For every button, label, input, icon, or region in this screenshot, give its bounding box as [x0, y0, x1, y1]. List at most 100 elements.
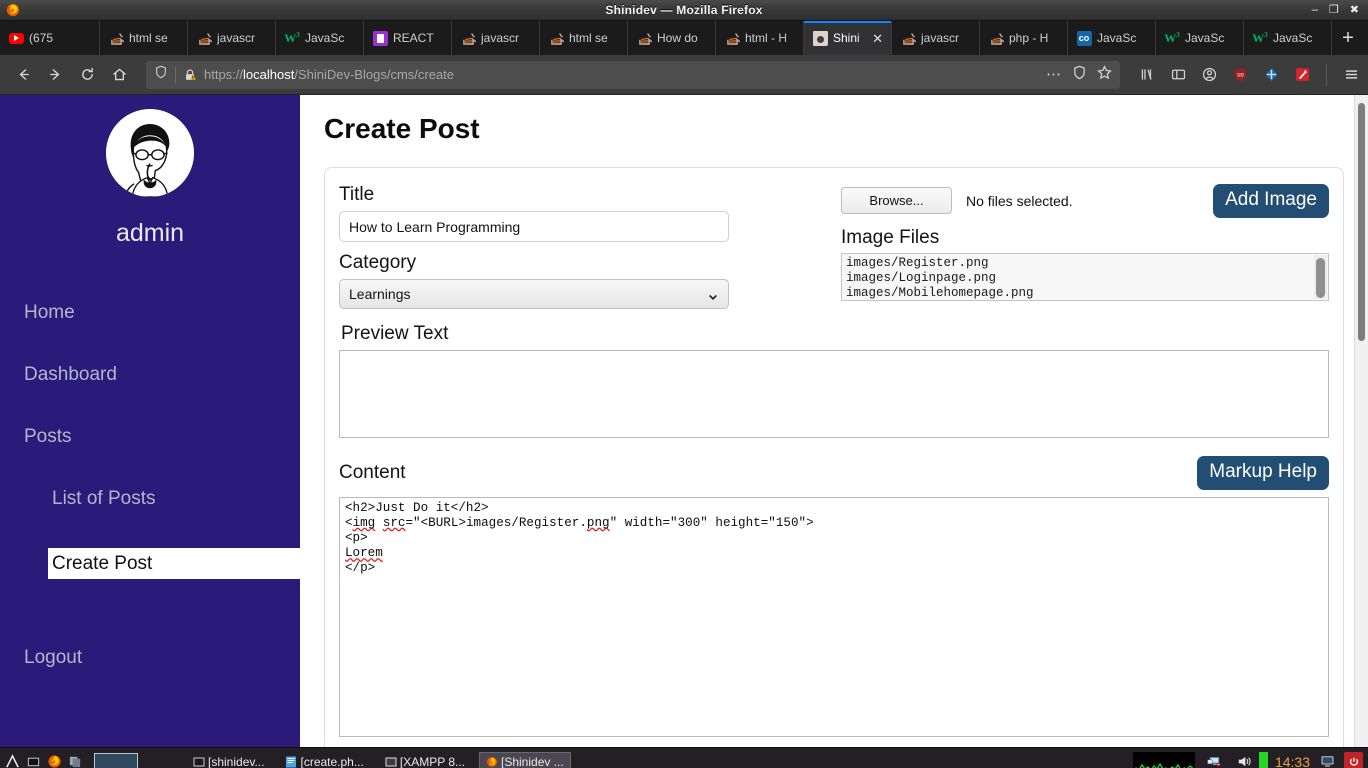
browser-tab[interactable]: php - H: [980, 21, 1068, 55]
browser-tab-label: How do: [657, 31, 698, 45]
browser-tab[interactable]: html se: [100, 21, 188, 55]
taskbar-window-button[interactable]: [create.ph...: [278, 752, 370, 768]
browser-tab[interactable]: W3 JavaSc: [1244, 21, 1332, 55]
library-icon[interactable]: [1138, 66, 1156, 84]
page-title: Create Post: [324, 113, 480, 144]
stackoverflow-icon: [460, 30, 476, 46]
url-actions: ⋯: [1046, 64, 1112, 85]
browser-tab-active[interactable]: Shini ✕: [804, 21, 892, 55]
preview-text-textarea[interactable]: [339, 350, 1329, 438]
reader-mode-icon[interactable]: [1072, 65, 1087, 85]
sidebar-item-home[interactable]: Home: [0, 300, 300, 326]
browser-tab-label: JavaSc: [305, 31, 345, 45]
browser-tab[interactable]: co JavaSc: [1068, 21, 1156, 55]
window-close-button[interactable]: ✖: [1350, 4, 1359, 16]
menu-arrow-icon[interactable]: [4, 753, 21, 768]
page-scrollbar-thumb[interactable]: [1358, 103, 1365, 341]
window-controls: – ❐ ✖: [1312, 4, 1368, 16]
url-bar[interactable]: https://localhost/ShiniDev-Blogs/cms/cre…: [146, 60, 1120, 89]
create-post-card: Title Category Learnings Browse...: [324, 167, 1344, 747]
content-textarea[interactable]: <h2>Just Do it</h2> <img src="<BURL>imag…: [339, 496, 1329, 737]
tab-close-icon[interactable]: ✕: [870, 32, 885, 45]
preview-text-label: Preview Text: [341, 323, 449, 344]
volume-icon[interactable]: [1235, 753, 1252, 768]
form-left-column: Title Category Learnings: [339, 184, 829, 309]
browser-tab[interactable]: REACT: [364, 21, 452, 55]
browser-tab[interactable]: javascr: [188, 21, 276, 55]
taskbar-window-button[interactable]: [Shinidev ...: [479, 751, 571, 768]
browse-button[interactable]: Browse...: [841, 187, 952, 215]
content-label: Content: [339, 461, 406, 483]
browser-navbar: https://localhost/ShiniDev-Blogs/cms/cre…: [0, 55, 1368, 95]
new-tab-button[interactable]: +: [1332, 21, 1364, 55]
back-arrow-icon[interactable]: [8, 60, 38, 90]
browser-tab[interactable]: W3 JavaSc: [1156, 21, 1244, 55]
firefox-launcher-icon[interactable]: [46, 753, 63, 768]
category-label: Category: [339, 252, 417, 273]
sidebar-item-logout[interactable]: Logout: [0, 645, 300, 671]
power-icon[interactable]: [1344, 752, 1363, 768]
page-actions-icon[interactable]: ⋯: [1046, 67, 1062, 82]
workspace-switcher[interactable]: [94, 752, 138, 768]
browser-tab-label: JavaSc: [1273, 31, 1313, 45]
url-text[interactable]: https://localhost/ShiniDev-Blogs/cms/cre…: [204, 67, 1039, 82]
browser-tab-label: (675: [29, 31, 54, 45]
sidebar-item-create-post[interactable]: Create Post: [48, 548, 300, 579]
xampp-icon: [385, 756, 397, 768]
reload-icon[interactable]: [72, 60, 102, 90]
colorzilla-icon[interactable]: [1293, 66, 1311, 84]
page-viewport: admin Home Dashboard Posts List of Posts Cre…: [0, 95, 1368, 747]
taskbar-clock: 14:33: [1274, 753, 1310, 768]
title-input[interactable]: [339, 211, 729, 242]
stackoverflow-icon: [724, 30, 740, 46]
markup-help-button[interactable]: Markup Help: [1197, 456, 1329, 490]
image-file-item[interactable]: images/Register.png: [846, 256, 1324, 271]
forward-arrow-icon[interactable]: [40, 60, 70, 90]
hamburger-menu-icon[interactable]: [1342, 66, 1360, 84]
display-icon[interactable]: [1202, 753, 1228, 768]
w3schools-icon: W3: [1252, 30, 1268, 45]
account-icon[interactable]: [1200, 66, 1218, 84]
category-select[interactable]: Learnings: [339, 279, 729, 309]
sidebar-item-posts[interactable]: Posts: [0, 424, 300, 450]
window-minimize-button[interactable]: –: [1312, 4, 1318, 16]
files-icon[interactable]: [67, 753, 84, 768]
image-file-item[interactable]: images/Loginpage.png: [846, 271, 1324, 286]
sidebar-item-list-of-posts[interactable]: List of Posts: [0, 486, 300, 512]
browser-tab[interactable]: javascr: [892, 21, 980, 55]
image-files-scrollbar[interactable]: [1314, 254, 1327, 299]
browser-tab[interactable]: html se: [540, 21, 628, 55]
stackoverflow-icon: [196, 30, 212, 46]
image-file-item[interactable]: images/Mobilehomepage.png: [846, 286, 1324, 299]
form-top-row: Title Category Learnings Browse...: [339, 184, 1329, 309]
browser-tab-label: html se: [129, 31, 168, 45]
browser-tab-label: Shini: [833, 31, 860, 45]
page-scrollbar[interactable]: [1354, 95, 1368, 747]
tracking-shield-icon[interactable]: [154, 65, 168, 84]
screen-lock-icon[interactable]: [1317, 753, 1337, 768]
insecure-warning-icon[interactable]: [183, 68, 197, 82]
browser-tab[interactable]: How do: [628, 21, 716, 55]
taskbar-window-button[interactable]: [XAMPP 8...: [378, 752, 472, 768]
image-files-scroll-thumb[interactable]: [1316, 257, 1325, 298]
sidebar-icon[interactable]: [1169, 66, 1187, 84]
bookmark-star-icon[interactable]: [1097, 64, 1112, 85]
home-icon[interactable]: [104, 60, 134, 90]
taskbar-window-button[interactable]: [shinidev...: [186, 752, 271, 768]
image-files-list[interactable]: images/Register.png images/Loginpage.png i…: [841, 252, 1329, 301]
add-image-button[interactable]: Add Image: [1213, 184, 1329, 218]
browser-tab[interactable]: javascr: [452, 21, 540, 55]
avatar: [106, 109, 194, 197]
extension-icon[interactable]: [1262, 66, 1280, 84]
terminal-icon[interactable]: [25, 753, 42, 768]
editor-icon: [285, 756, 297, 768]
window-maximize-button[interactable]: ❐: [1329, 4, 1339, 16]
sidebar-item-dashboard[interactable]: Dashboard: [0, 362, 300, 388]
browser-tab[interactable]: (675: [0, 21, 100, 55]
browser-tab[interactable]: W3 JavaSc: [276, 21, 364, 55]
stackoverflow-icon: [108, 30, 124, 46]
content-header-row: Content Markup Help: [339, 456, 1329, 490]
browser-tab-label: JavaSc: [1185, 31, 1225, 45]
browser-tab[interactable]: html - H: [716, 21, 804, 55]
ublock-origin-icon[interactable]: uo: [1231, 66, 1249, 84]
